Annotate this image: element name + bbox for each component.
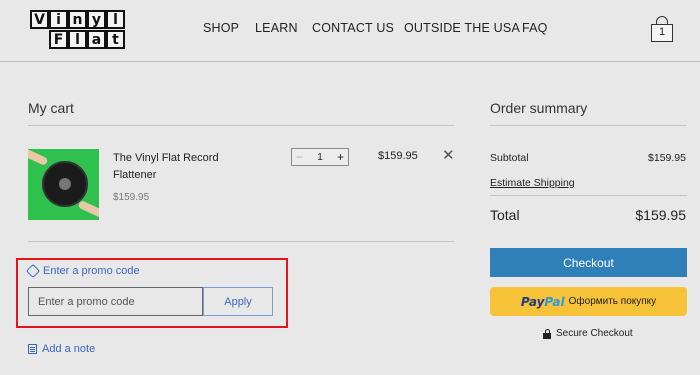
product-image[interactable] bbox=[28, 149, 99, 220]
logo-letter: a bbox=[87, 30, 106, 49]
add-note-label: Add a note bbox=[42, 343, 96, 355]
secure-checkout-label: Secure Checkout bbox=[556, 328, 633, 339]
total-row: Total $159.95 bbox=[490, 207, 686, 223]
logo-letter: i bbox=[49, 10, 68, 29]
apply-promo-button[interactable]: Apply bbox=[203, 287, 273, 316]
line-item-price: $159.95 bbox=[378, 150, 418, 162]
nav-item-shop[interactable]: SHOP bbox=[203, 21, 239, 35]
remove-item-close-icon[interactable]: ✕ bbox=[442, 146, 455, 164]
checkout-button[interactable]: Checkout bbox=[490, 248, 687, 277]
subtotal-label: Subtotal bbox=[490, 152, 529, 164]
note-icon bbox=[28, 344, 37, 354]
cart-count: 1 bbox=[658, 26, 666, 38]
lock-icon bbox=[543, 328, 551, 339]
nav-item-contact-us[interactable]: CONTACT US bbox=[312, 21, 394, 35]
summary-divider-top bbox=[490, 125, 687, 126]
order-summary-title: Order summary bbox=[490, 100, 588, 116]
vinyl-flat-logo[interactable]: V i n y l F l a t bbox=[30, 10, 125, 49]
logo-letter: n bbox=[68, 10, 87, 29]
logo-letter: l bbox=[106, 10, 125, 29]
cart-divider-top bbox=[28, 125, 454, 126]
logo-letter: l bbox=[68, 30, 87, 49]
quantity-value[interactable]: 1 bbox=[317, 152, 323, 163]
paypal-logo: PayPal bbox=[520, 294, 565, 309]
hand-shape bbox=[77, 199, 99, 219]
nav-item-learn[interactable]: LEARN bbox=[255, 21, 298, 35]
secure-checkout: Secure Checkout bbox=[543, 328, 633, 339]
total-value: $159.95 bbox=[635, 207, 686, 223]
logo-letter: y bbox=[87, 10, 106, 29]
quantity-stepper[interactable]: − 1 + bbox=[291, 148, 349, 166]
decrement-button[interactable]: − bbox=[296, 150, 303, 164]
paypal-button-label: Оформить покупку bbox=[568, 296, 657, 307]
nav-item-outside-the-usa[interactable]: OUTSIDE THE USA bbox=[404, 21, 520, 35]
increment-button[interactable]: + bbox=[337, 150, 344, 164]
summary-divider-mid bbox=[490, 195, 687, 196]
tag-icon bbox=[25, 263, 41, 279]
logo-letter: t bbox=[106, 30, 125, 49]
subtotal-row: Subtotal $159.95 bbox=[490, 152, 686, 164]
cart-title: My cart bbox=[28, 100, 74, 116]
subtotal-value: $159.95 bbox=[648, 152, 686, 164]
site-header: V i n y l F l a t SHOP LEARN CONTACT US … bbox=[0, 0, 700, 62]
promo-code-link[interactable]: Enter a promo code bbox=[25, 263, 140, 279]
paypal-checkout-button[interactable]: PayPal Оформить покупку bbox=[490, 287, 687, 316]
logo-letter: V bbox=[30, 10, 49, 29]
logo-spacer bbox=[30, 30, 49, 49]
hand-shape bbox=[28, 149, 49, 167]
cart-divider-bottom bbox=[28, 241, 454, 242]
promo-link-label: Enter a promo code bbox=[43, 265, 140, 277]
nav-item-faq[interactable]: FAQ bbox=[522, 21, 548, 35]
product-unit-price: $159.95 bbox=[113, 192, 150, 203]
cart-bag-icon[interactable]: 1 bbox=[651, 16, 673, 42]
promo-code-input[interactable]: Enter a promo code bbox=[28, 287, 203, 316]
estimate-shipping-link[interactable]: Estimate Shipping bbox=[490, 177, 575, 189]
logo-letter: F bbox=[49, 30, 68, 49]
total-label: Total bbox=[490, 207, 520, 223]
add-note-link[interactable]: Add a note bbox=[28, 343, 95, 355]
product-name[interactable]: The Vinyl Flat Record Flattener bbox=[113, 150, 243, 184]
